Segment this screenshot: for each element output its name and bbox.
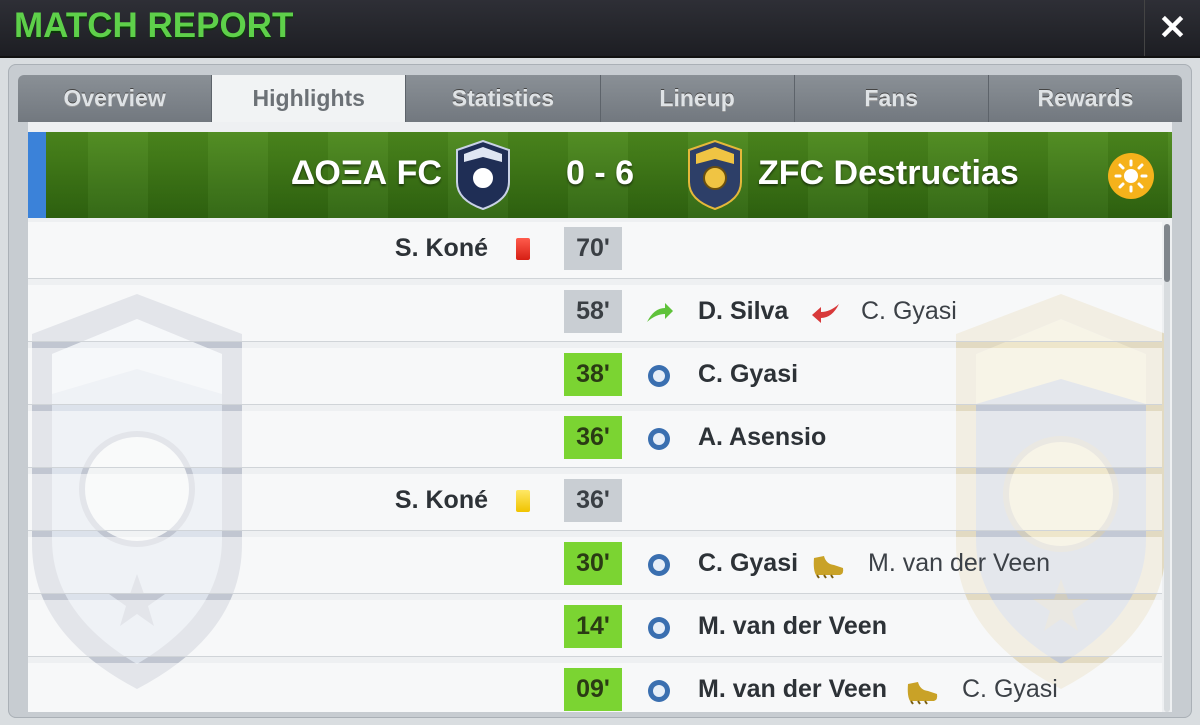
- goal-scorer: C. Gyasi: [698, 360, 799, 388]
- sub-in-arrow-icon: [647, 303, 673, 322]
- highlights-content: ΔΟΞΑ FC 0 - 6 ZFC Destructias S. Koné 70…: [28, 122, 1172, 712]
- sub-out-player: C. Gyasi: [861, 297, 957, 325]
- goal-scorer: M. van der Veen: [698, 675, 887, 703]
- goal-scorer: M. van der Veen: [698, 612, 887, 640]
- tab-highlights[interactable]: Highlights: [212, 75, 407, 122]
- tab-statistics[interactable]: Statistics: [406, 75, 601, 122]
- tab-fans[interactable]: Fans: [794, 75, 989, 122]
- ball-icon: [648, 617, 670, 639]
- event-row: 58' D. Silva C. Gyasi: [28, 285, 1162, 342]
- ball-icon: [648, 680, 670, 702]
- home-player-name: S. Koné: [394, 486, 488, 514]
- event-row: 14' M. van der Veen: [28, 600, 1162, 657]
- goal-scorer: A. Asensio: [698, 423, 827, 451]
- score-bar: ΔΟΞΑ FC 0 - 6 ZFC Destructias: [28, 132, 1172, 218]
- events-list: S. Koné 70' 58' D. Silva C. Gyasi 38' C.…: [28, 222, 1162, 712]
- page-title: MATCH REPORT: [14, 6, 294, 45]
- match-score: 0 - 6: [565, 154, 635, 192]
- yellow-card-icon: [516, 490, 530, 512]
- assist-player: M. van der Veen: [868, 549, 1051, 577]
- header-bar: MATCH REPORT ✕: [0, 0, 1200, 58]
- event-row: 36' A. Asensio: [28, 411, 1162, 468]
- close-button[interactable]: ✕: [1144, 0, 1200, 56]
- boot-icon: [907, 682, 938, 705]
- event-minute: 58': [564, 290, 622, 333]
- event-minute: 30': [564, 542, 622, 585]
- tab-overview[interactable]: Overview: [18, 75, 213, 122]
- goal-scorer: C. Gyasi: [698, 549, 799, 577]
- red-card-icon: [516, 238, 530, 260]
- ball-icon: [648, 554, 670, 576]
- ball-icon: [648, 428, 670, 450]
- sub-in-player: D. Silva: [698, 297, 789, 325]
- event-minute: 70': [564, 227, 622, 270]
- home-team-name: ΔΟΞΑ FC: [290, 154, 442, 192]
- home-accent-stripe: [28, 132, 46, 218]
- scroll-thumb[interactable]: [1164, 224, 1170, 282]
- event-minute: 14': [564, 605, 622, 648]
- event-row: 09' M. van der Veen C. Gyasi: [28, 663, 1162, 712]
- sub-out-arrow-icon: [812, 304, 839, 323]
- sun-icon: [1108, 153, 1154, 199]
- away-team-name: ZFC Destructias: [758, 154, 1019, 192]
- assist-player: C. Gyasi: [962, 675, 1058, 703]
- home-crest-icon: [456, 140, 510, 210]
- away-crest-icon: [688, 140, 742, 210]
- event-row: 30' C. Gyasi M. van der Veen: [28, 537, 1162, 594]
- home-player-name: S. Koné: [394, 234, 488, 262]
- tab-rewards[interactable]: Rewards: [988, 75, 1183, 122]
- tab-bar: Overview Highlights Statistics Lineup Fa…: [18, 75, 1183, 122]
- event-minute: 38': [564, 353, 622, 396]
- event-row: S. Koné 36': [28, 474, 1162, 531]
- event-minute: 36': [564, 479, 622, 522]
- tab-lineup[interactable]: Lineup: [600, 75, 795, 122]
- event-row: S. Koné 70': [28, 222, 1162, 279]
- boot-icon: [813, 556, 844, 579]
- event-minute: 09': [564, 668, 622, 711]
- ball-icon: [648, 365, 670, 387]
- events-scrollbar[interactable]: [1164, 224, 1170, 712]
- event-row: 38' C. Gyasi: [28, 348, 1162, 405]
- event-minute: 36': [564, 416, 622, 459]
